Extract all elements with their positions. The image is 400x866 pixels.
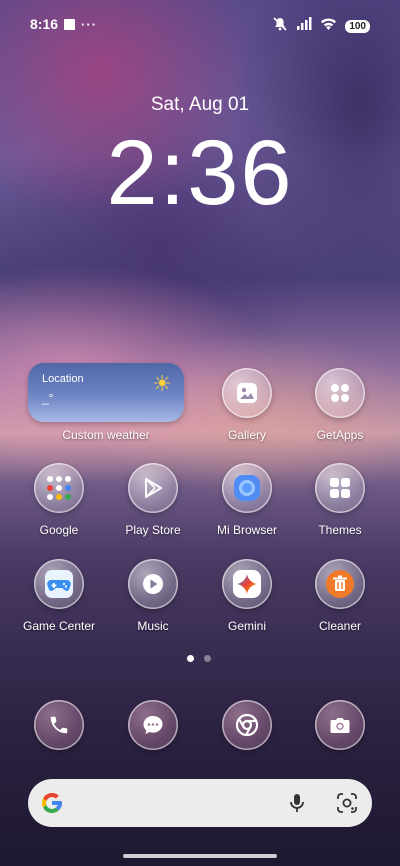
app-label-cleaner: Cleaner [318, 619, 362, 633]
sun-icon: ☀ [152, 371, 172, 396]
phone-icon [44, 710, 74, 740]
music-icon [138, 569, 168, 599]
camera-icon [325, 710, 355, 740]
google-search-bar[interactable] [28, 779, 372, 827]
notification-icon [64, 18, 76, 30]
dock-camera[interactable] [315, 700, 365, 750]
gesture-navigation-bar[interactable] [123, 854, 277, 858]
weather-widget-label: Custom weather [62, 428, 150, 442]
app-cleaner[interactable] [315, 559, 365, 609]
status-bar-right: 100 [272, 16, 370, 37]
app-getapps[interactable] [315, 368, 365, 418]
app-themes[interactable] [315, 463, 365, 513]
app-music[interactable] [128, 559, 178, 609]
signal-icon [296, 17, 312, 36]
app-label-themes: Themes [318, 523, 362, 537]
mute-icon [272, 16, 288, 37]
gallery-icon [232, 378, 262, 408]
themes-icon [325, 473, 355, 503]
app-gemini[interactable] [222, 559, 272, 609]
chrome-icon [232, 710, 262, 740]
page-indicator-dot-active[interactable] [187, 655, 194, 662]
gemini-icon [232, 569, 262, 599]
clock-time[interactable]: 2:36 [0, 118, 400, 228]
status-time: 8:16 [30, 16, 59, 32]
messages-icon [138, 710, 168, 740]
dock-phone[interactable] [34, 700, 84, 750]
google-lens-icon[interactable] [336, 792, 358, 819]
app-play-store[interactable] [128, 463, 178, 513]
game-center-icon [44, 569, 74, 599]
wifi-icon [320, 17, 337, 36]
status-bar-left: 8:16 ··· [30, 16, 97, 32]
page-indicator-dot[interactable] [204, 655, 211, 662]
app-gallery[interactable] [222, 368, 272, 418]
getapps-icon [325, 378, 355, 408]
microphone-icon[interactable] [286, 792, 308, 819]
battery-icon: 100 [345, 20, 370, 33]
dock-messages[interactable] [128, 700, 178, 750]
google-logo-icon[interactable] [40, 791, 64, 820]
cleaner-icon [325, 569, 355, 599]
weather-temp: _° [42, 391, 54, 405]
mi-browser-icon [232, 473, 262, 503]
app-mi-browser[interactable] [222, 463, 272, 513]
google-folder-icon [44, 473, 74, 503]
app-game-center[interactable] [34, 559, 84, 609]
date-label[interactable]: Sat, Aug 01 [0, 94, 400, 116]
dock-chrome[interactable] [222, 700, 272, 750]
weather-widget[interactable]: Location _° ☀ [28, 363, 184, 422]
weather-location: Location [42, 373, 84, 385]
app-label-getapps: GetApps [316, 428, 364, 442]
app-folder-google[interactable] [34, 463, 84, 513]
more-notifications-icon: ··· [81, 16, 98, 32]
play-store-icon [138, 473, 168, 503]
